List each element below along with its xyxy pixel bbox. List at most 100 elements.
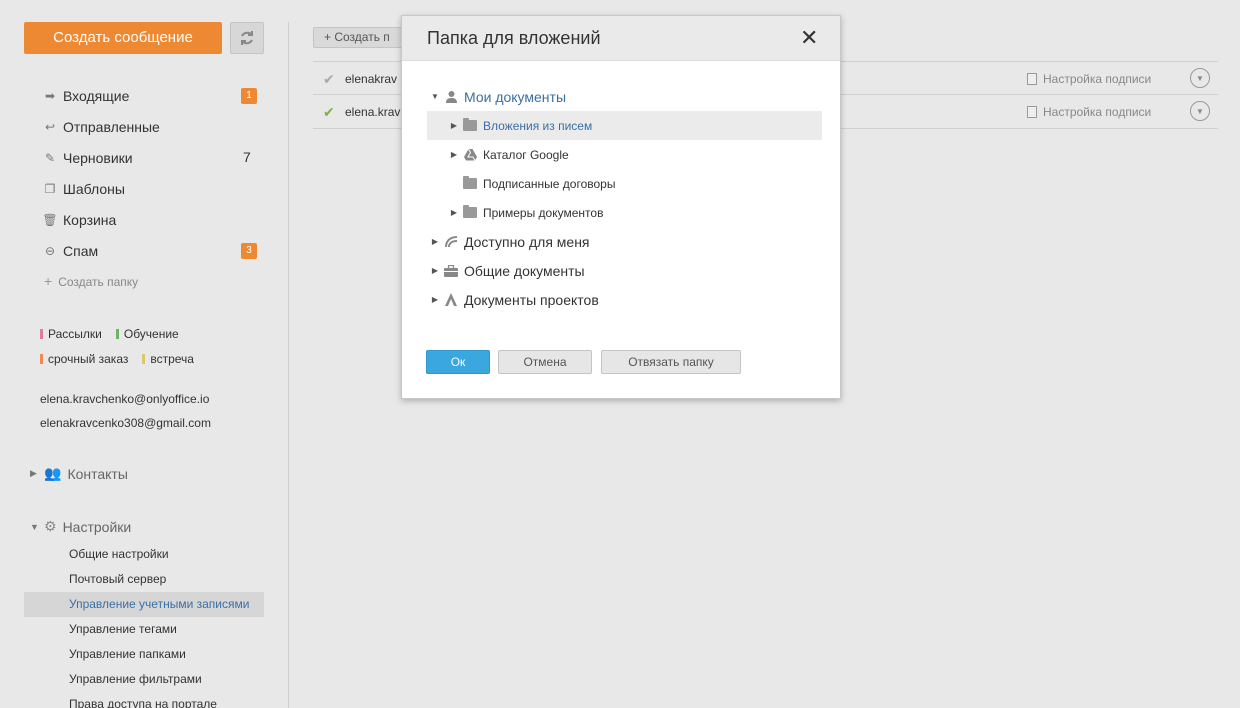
caret-right-icon: ▶ — [431, 266, 439, 275]
folder-templates[interactable]: ❐ Шаблоны — [0, 173, 288, 204]
dialog-title: Папка для вложений — [427, 28, 601, 48]
sidebar: Создать сообщение ➡ Входящие 1 ↩ Отправл… — [0, 0, 288, 708]
folder-label: Отправленные — [63, 118, 160, 135]
folder-inbox[interactable]: ➡ Входящие 1 — [0, 80, 288, 111]
signature-label: Настройка подписи — [1043, 72, 1152, 86]
tag-color-marker — [115, 328, 119, 339]
tag-color-marker — [40, 353, 43, 364]
folder-icon — [463, 205, 477, 220]
tree-node-label: Каталог Google — [483, 147, 569, 162]
attachments-folder-dialog: Папка для вложений ✕ ▼ Мои документы ▶ В… — [401, 15, 841, 399]
drafts-count: 7 — [243, 149, 251, 165]
settings-item-general[interactable]: Общие настройки — [24, 542, 264, 567]
tag-list: Рассылки Обучение срочный заказ встреча — [40, 321, 270, 371]
folder-label: Спам — [63, 242, 99, 259]
check-icon[interactable]: ✔ — [323, 104, 335, 121]
caret-right-icon: ▶ — [30, 468, 37, 478]
cancel-button[interactable]: Отмена — [498, 350, 592, 374]
settings-item-accounts[interactable]: Управление учетными записями — [24, 592, 264, 617]
settings-list: Общие настройки Почтовый сервер Управлен… — [24, 542, 264, 708]
settings-label: Настройки — [62, 518, 132, 535]
chevron-down-icon[interactable]: ▼ — [1190, 68, 1210, 88]
caret-right-icon: ▶ — [431, 237, 439, 246]
account-item[interactable]: elenakravcenko308@gmail.com — [40, 415, 211, 439]
account-list: elena.kravchenko@onlyoffice.io elenakrav… — [40, 391, 211, 439]
account-item[interactable]: elena.kravchenko@onlyoffice.io — [40, 391, 211, 415]
caret-down-icon: ▼ — [30, 521, 39, 532]
tree-node-label: Подписанные договоры — [483, 176, 616, 191]
signature-link[interactable]: Настройка подписи — [1027, 105, 1151, 119]
settings-item-filters[interactable]: Управление фильтрами — [24, 667, 264, 692]
create-folder-link[interactable]: + Создать папку — [44, 273, 138, 289]
trash-icon: 🗑 — [42, 212, 58, 227]
tree-node-label: Документы проектов — [464, 291, 599, 308]
google-drive-icon — [463, 148, 477, 162]
check-icon[interactable]: ✔ — [323, 71, 335, 88]
tag-item[interactable]: Обучение — [115, 326, 179, 341]
projects-icon — [444, 293, 458, 307]
tree-node-label: Общие документы — [464, 262, 585, 279]
unlink-folder-button[interactable]: Отвязать папку — [601, 350, 741, 374]
account-email: elena.krav — [345, 105, 401, 119]
tree-node-label: Мои документы — [464, 88, 567, 105]
tree-node-label: Примеры документов — [483, 205, 604, 220]
folder-sent[interactable]: ↩ Отправленные — [0, 111, 288, 142]
block-icon: ⊖ — [44, 243, 56, 258]
tag-item[interactable]: срочный заказ — [40, 352, 128, 366]
folder-drafts[interactable]: ✎ Черновики 7 — [0, 142, 288, 173]
signature-link[interactable]: Настройка подписи — [1027, 72, 1151, 86]
tree-node-google-catalog[interactable]: ▶ Каталог Google — [449, 140, 569, 169]
chevron-down-icon[interactable]: ▼ — [1190, 101, 1210, 121]
unread-badge: 1 — [241, 88, 257, 104]
settings-item-mail-server[interactable]: Почтовый сервер — [24, 567, 264, 592]
tag-color-marker — [40, 328, 43, 339]
folder-label: Черновики — [63, 149, 133, 166]
settings-item-portal-access[interactable]: Права доступа на портале — [24, 692, 264, 708]
contacts-icon: 👥 — [44, 465, 62, 481]
caret-right-icon: ▶ — [450, 121, 458, 130]
tree-node-mail-attachments[interactable]: ▶ Вложения из писем — [427, 111, 822, 140]
settings-item-folders[interactable]: Управление папками — [24, 642, 264, 667]
arrow-right-icon: ➡ — [44, 88, 56, 103]
refresh-icon — [241, 31, 253, 45]
tree-node-label: Доступно для меня — [464, 233, 590, 250]
document-icon — [1027, 106, 1037, 118]
tag-label: Обучение — [123, 326, 179, 341]
create-account-label: Создать п — [334, 30, 390, 44]
folder-icon — [463, 118, 477, 133]
account-email: elenakrav — [345, 72, 398, 86]
reply-icon: ↩ — [44, 119, 56, 134]
tree-node-project-documents[interactable]: ▶ Документы проектов — [430, 285, 599, 314]
share-icon — [444, 235, 458, 249]
folder-icon — [463, 176, 477, 191]
close-icon[interactable]: ✕ — [800, 27, 818, 49]
tree-node-document-samples[interactable]: ▶ Примеры документов — [449, 198, 603, 227]
tag-item[interactable]: Рассылки — [40, 327, 102, 341]
tree-node-my-documents[interactable]: ▼ Мои документы — [430, 82, 566, 111]
sidebar-divider — [288, 22, 289, 708]
tree-node-shared-with-me[interactable]: ▶ Доступно для меня — [430, 227, 590, 256]
tree-node-common-documents[interactable]: ▶ Общие документы — [430, 256, 585, 285]
folder-trash[interactable]: 🗑 Корзина — [0, 204, 288, 235]
user-icon — [444, 90, 458, 104]
signature-label: Настройка подписи — [1043, 105, 1152, 119]
caret-right-icon: ▶ — [431, 295, 439, 304]
briefcase-icon — [444, 264, 458, 278]
tag-label: встреча — [150, 351, 194, 366]
plus-icon: + — [44, 273, 53, 289]
refresh-button[interactable] — [230, 22, 264, 54]
tag-item[interactable]: встреча — [142, 352, 194, 366]
document-icon — [1027, 73, 1037, 85]
dialog-header: Папка для вложений ✕ — [402, 16, 840, 61]
gear-icon: ⚙ — [44, 518, 57, 534]
tree-node-signed-contracts[interactable]: Подписанные договоры — [463, 169, 615, 198]
compose-button[interactable]: Создать сообщение — [24, 22, 222, 54]
tree-node-label: Вложения из писем — [483, 118, 593, 133]
ok-button[interactable]: Ок — [426, 350, 490, 374]
unread-badge: 3 — [241, 243, 257, 259]
copy-icon: ❐ — [44, 181, 56, 196]
contacts-section[interactable]: ▶ 👥 Контакты — [30, 465, 128, 482]
settings-item-tags[interactable]: Управление тегами — [24, 617, 264, 642]
settings-section[interactable]: ▼ ⚙ Настройки — [30, 518, 131, 535]
folder-spam[interactable]: ⊖ Спам 3 — [0, 235, 288, 266]
